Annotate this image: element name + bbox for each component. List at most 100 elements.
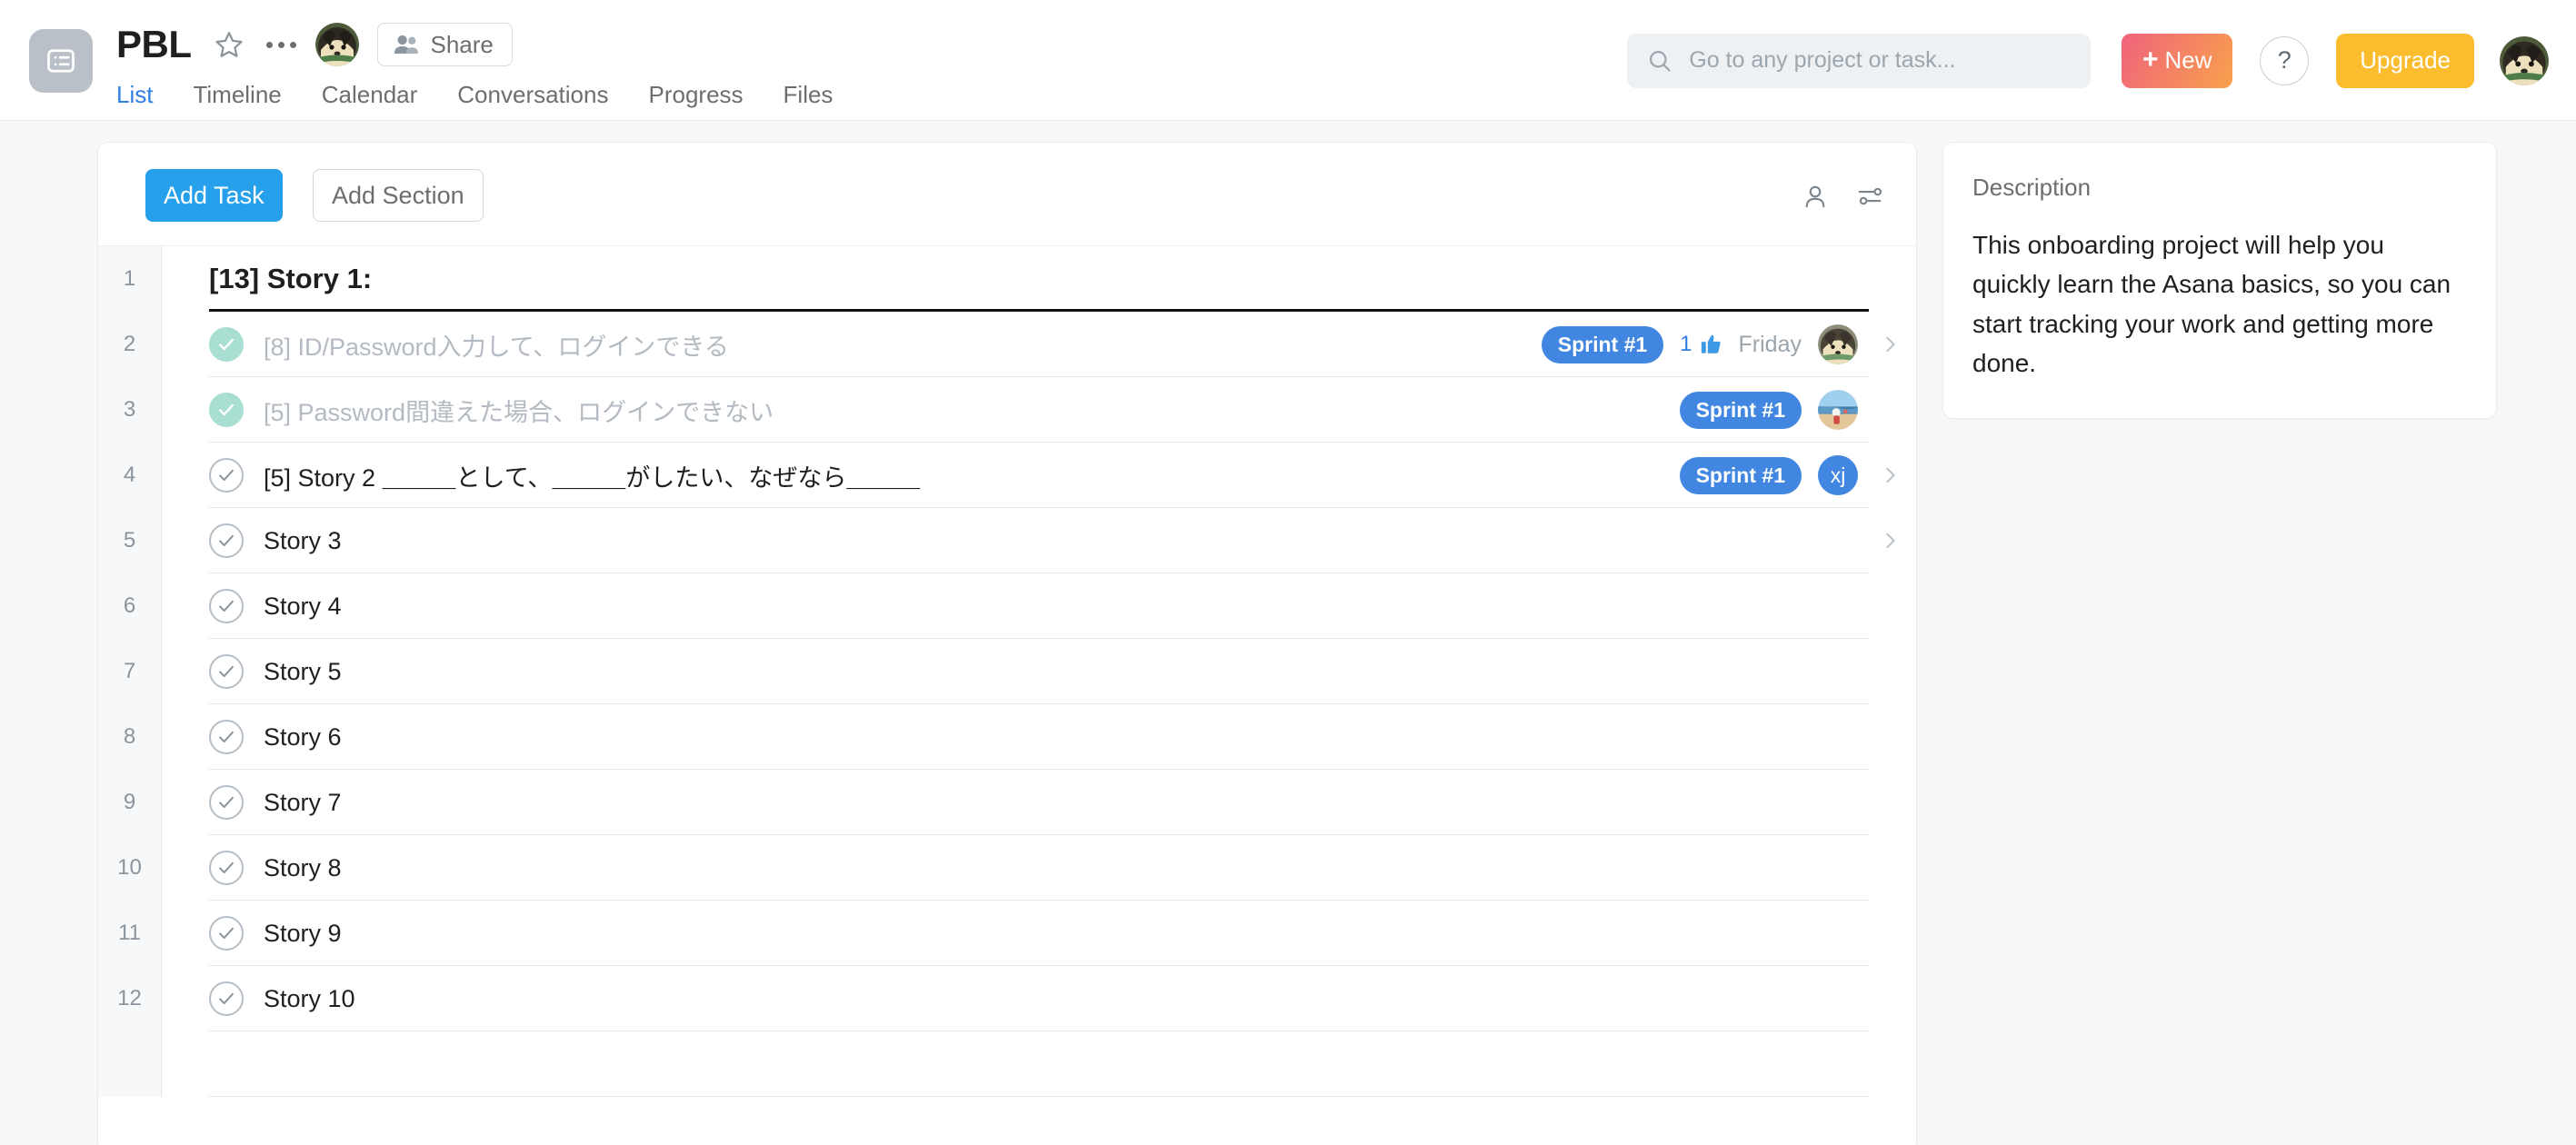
expand-task-button[interactable]	[1874, 334, 1905, 354]
task-name[interactable]: Story 10	[264, 985, 355, 1013]
task-name[interactable]: Story 6	[264, 723, 342, 752]
person-icon	[1805, 185, 1825, 208]
chevron-right-icon	[1886, 533, 1895, 549]
assignee-avatar[interactable]	[1818, 390, 1858, 430]
row-number: 3	[98, 377, 162, 443]
task-name[interactable]: [8] ID/Password入力して、ログインできる	[264, 327, 729, 363]
section-row[interactable]: 1 [13] Story 1:	[98, 246, 1916, 312]
table-row[interactable]: 11 Story 9	[98, 901, 1916, 966]
like-count-value: 1	[1680, 332, 1692, 356]
list-icon	[47, 49, 75, 73]
row-number: 5	[98, 508, 162, 573]
task-checkbox[interactable]	[209, 785, 244, 820]
add-section-button[interactable]: Add Section	[313, 169, 484, 222]
page-title: PBL	[116, 23, 192, 65]
due-date[interactable]: Friday	[1739, 332, 1802, 358]
user-avatar[interactable]	[2500, 35, 2549, 85]
row-number: 10	[98, 835, 162, 901]
list-toolbar-icons	[1802, 183, 1883, 214]
favorite-star-button[interactable]	[210, 25, 248, 64]
table-row[interactable]: 9 Story 7	[98, 770, 1916, 835]
project-title-row: PBL Share	[116, 18, 513, 71]
check-icon	[219, 796, 234, 809]
status-badge[interactable]: Sprint #1	[1541, 325, 1664, 363]
check-icon	[219, 469, 234, 482]
tab-calendar[interactable]: Calendar	[322, 83, 418, 125]
table-row[interactable]: 5 Story 3	[98, 508, 1916, 573]
task-rows: 1 [13] Story 1: 2 [8] ID/Password入力して、ログインで…	[98, 246, 1916, 1097]
section-title: [13] Story 1:	[209, 263, 373, 294]
task-checkbox[interactable]	[209, 916, 244, 951]
task-name[interactable]: Story 7	[264, 789, 342, 817]
search-icon	[1650, 50, 1671, 72]
add-task-button[interactable]: Add Task	[145, 169, 283, 222]
task-checkbox[interactable]	[209, 393, 244, 427]
task-name[interactable]: Story 9	[264, 920, 342, 948]
table-row[interactable]: 8 Story 6	[98, 704, 1916, 770]
task-name[interactable]: [5] Story 2 ＿＿＿として、＿＿＿がしたい、なぜなら＿＿＿	[264, 458, 920, 493]
sort-filter-button[interactable]	[1856, 183, 1883, 214]
table-row[interactable]: 7 Story 5	[98, 639, 1916, 704]
task-name[interactable]: Story 3	[264, 527, 342, 555]
check-icon	[219, 600, 234, 612]
row-content	[162, 1031, 1916, 1097]
task-checkbox[interactable]	[209, 851, 244, 885]
task-name[interactable]: Story 8	[264, 854, 342, 882]
new-button[interactable]: + New	[2122, 33, 2233, 88]
assignee-initials: xj	[1830, 463, 1846, 487]
task-checkbox[interactable]	[209, 523, 244, 558]
task-checkbox[interactable]	[209, 589, 244, 623]
table-row[interactable]: 10 Story 8	[98, 835, 1916, 901]
check-icon	[219, 861, 234, 874]
list-toolbar: Add Task Add Section	[98, 143, 1916, 246]
chevron-right-icon	[1886, 336, 1895, 353]
upgrade-button[interactable]: Upgrade	[2336, 33, 2474, 88]
project-list-icon[interactable]	[29, 29, 93, 93]
like-count[interactable]: 1	[1680, 332, 1722, 357]
status-badge[interactable]: Sprint #1	[1679, 391, 1802, 429]
row-content: [13] Story 1:	[162, 246, 1916, 312]
assignee-avatar[interactable]: xj	[1818, 455, 1858, 495]
tab-conversations[interactable]: Conversations	[457, 83, 608, 125]
task-list-card: Add Task Add Section 1 [13] Story 1: 2 […	[98, 143, 1916, 1145]
task-checkbox[interactable]	[209, 654, 244, 689]
expand-task-button[interactable]	[1874, 531, 1905, 551]
share-button[interactable]: Share	[376, 23, 513, 66]
description-panel: Description This onboarding project will…	[1943, 143, 2496, 418]
task-name[interactable]: Story 4	[264, 592, 342, 621]
search-input[interactable]: Go to any project or task...	[1627, 33, 2092, 88]
table-row[interactable]: 4 [5] Story 2 ＿＿＿として、＿＿＿がしたい、なぜなら＿＿＿ Sprin…	[98, 443, 1916, 508]
tab-files[interactable]: Files	[784, 83, 834, 125]
table-row[interactable]: 12 Story 10	[98, 966, 1916, 1031]
table-row[interactable]: 3 [5] Password間違えた場合、ログインできない Sprint #1	[98, 377, 1916, 443]
task-checkbox[interactable]	[209, 458, 244, 493]
expand-task-button[interactable]	[1874, 465, 1905, 485]
thumbs-up-icon	[1701, 334, 1721, 353]
row-number: 4	[98, 443, 162, 508]
row-number: 6	[98, 573, 162, 639]
assignee-avatar[interactable]	[1818, 324, 1858, 364]
table-row[interactable]: 6 Story 4	[98, 573, 1916, 639]
tab-progress[interactable]: Progress	[648, 83, 743, 125]
row-content: Story 3	[162, 508, 1916, 573]
star-icon	[215, 32, 243, 57]
task-checkbox[interactable]	[209, 720, 244, 754]
row-number: 8	[98, 704, 162, 770]
assignee-filter-button[interactable]	[1802, 183, 1829, 214]
share-button-label: Share	[430, 30, 494, 58]
row-number: 7	[98, 639, 162, 704]
help-button[interactable]: ?	[2260, 35, 2310, 85]
more-options-button[interactable]	[261, 25, 303, 64]
dog-avatar-icon	[2500, 35, 2549, 85]
task-checkbox[interactable]	[209, 327, 244, 362]
status-badge[interactable]: Sprint #1	[1679, 456, 1802, 494]
check-icon	[219, 534, 234, 547]
table-row[interactable]: 2 [8] ID/Password入力して、ログインできる Sprint #1 1 Fr…	[98, 312, 1916, 377]
tab-timeline[interactable]: Timeline	[193, 83, 281, 125]
task-name[interactable]: Story 5	[264, 658, 342, 686]
tab-list[interactable]: List	[116, 83, 154, 125]
task-checkbox[interactable]	[209, 981, 244, 1016]
task-name[interactable]: [5] Password間違えた場合、ログインできない	[264, 393, 774, 428]
project-owner-avatar[interactable]	[315, 23, 359, 66]
sort-filter-icon	[1858, 187, 1882, 205]
